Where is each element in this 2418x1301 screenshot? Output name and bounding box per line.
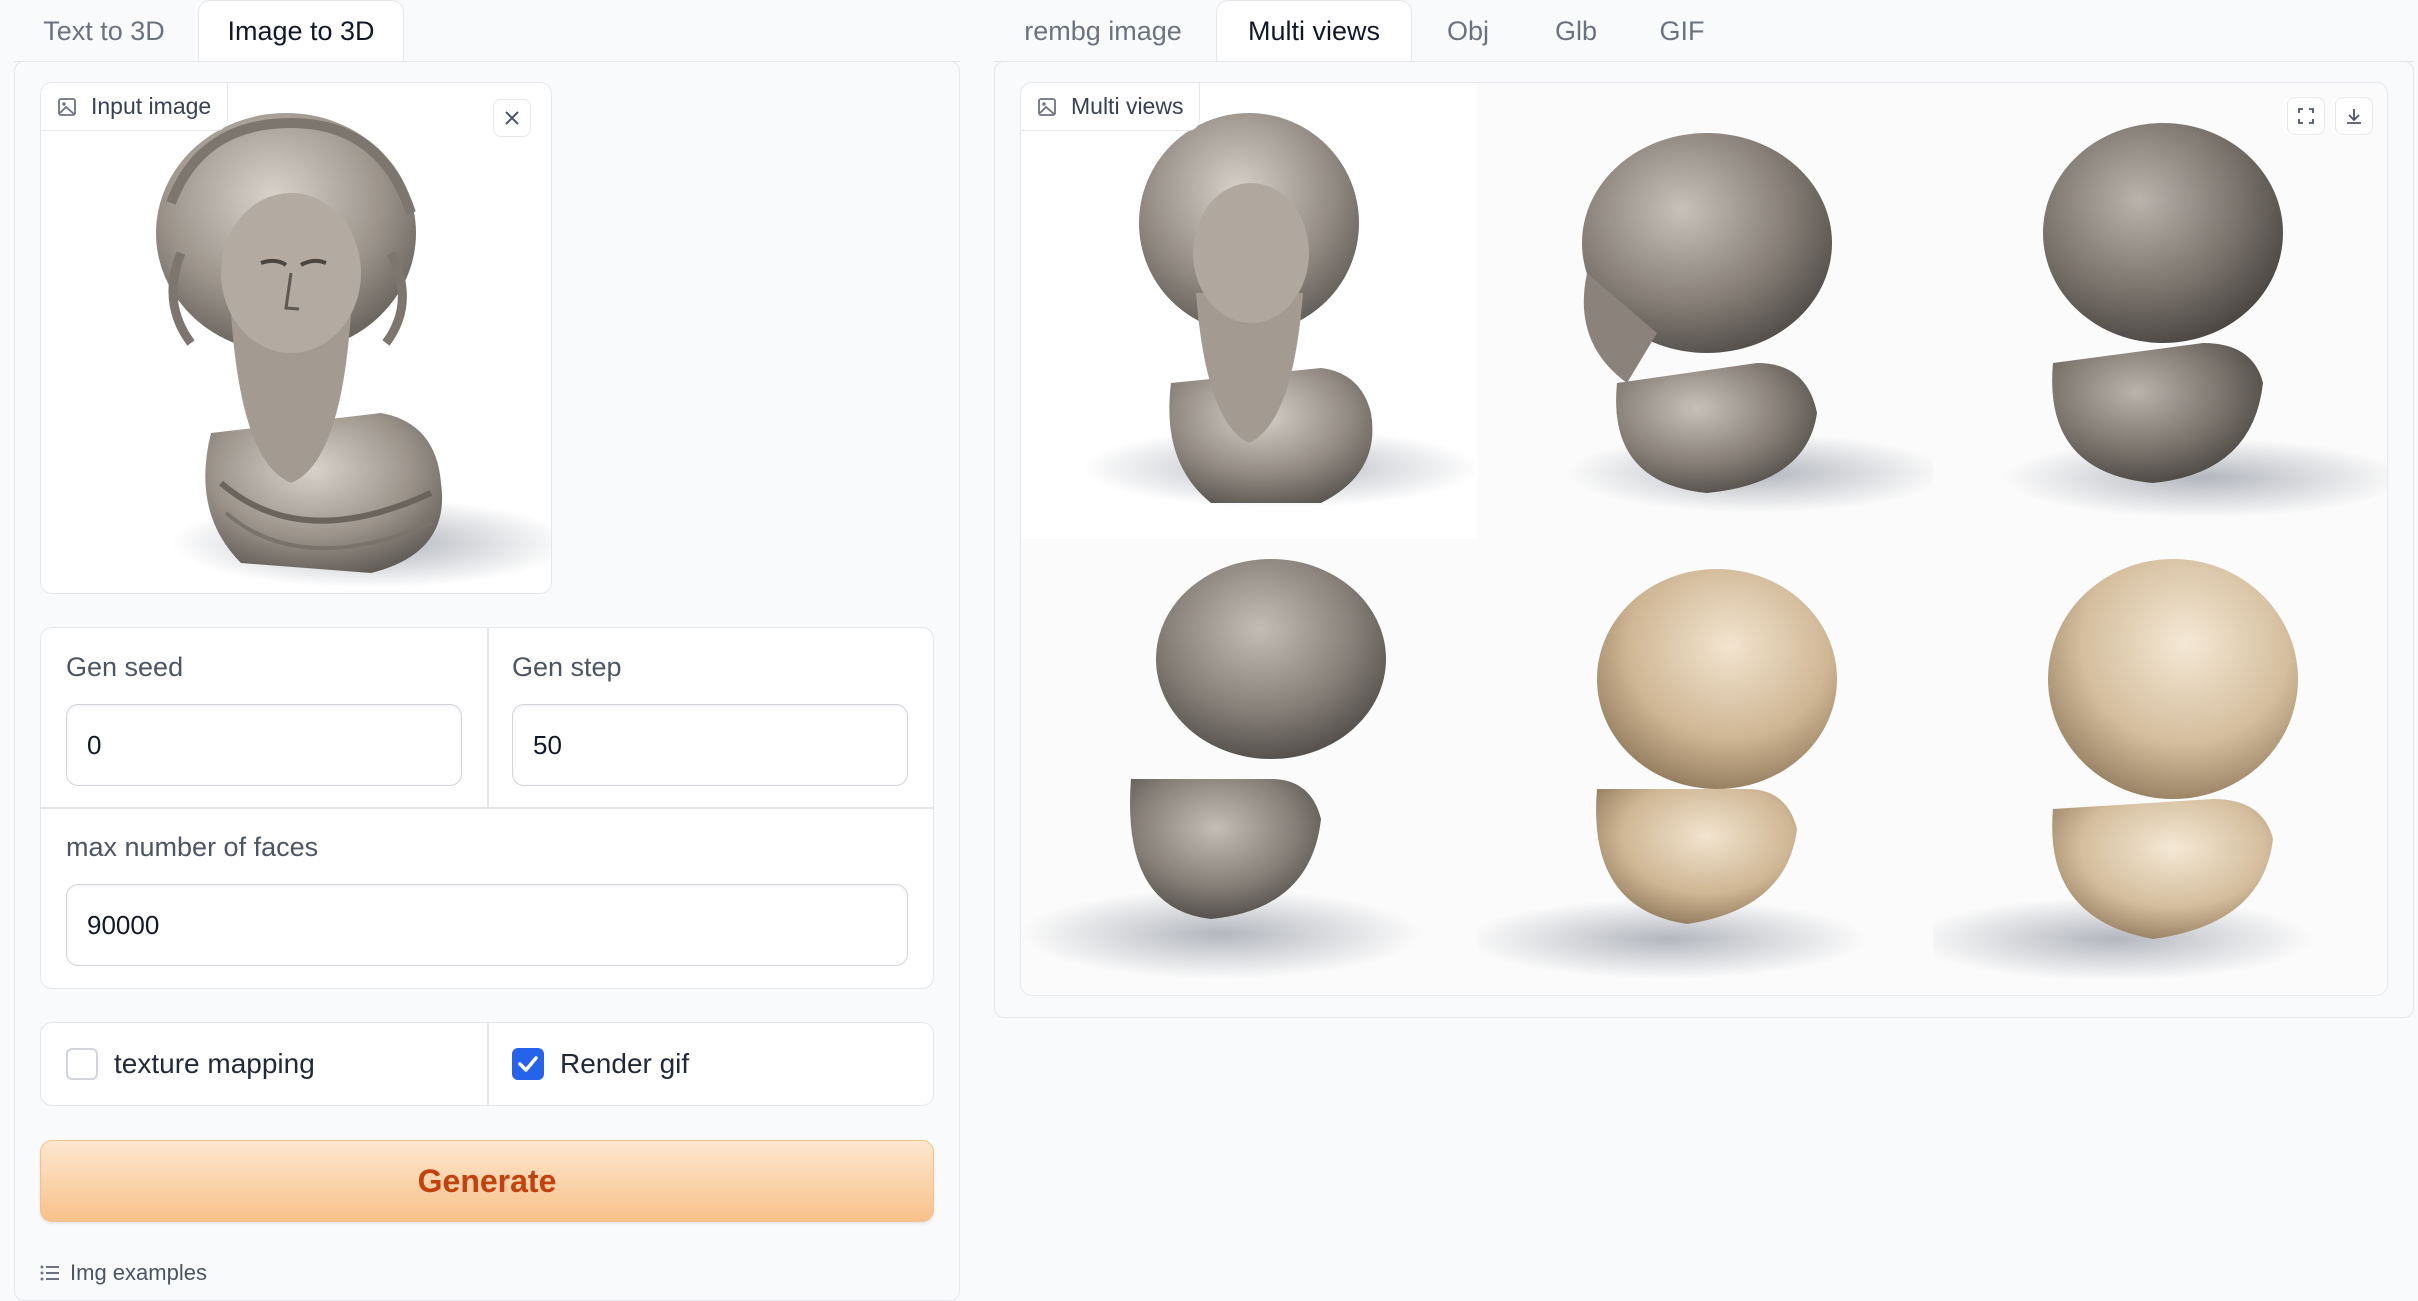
- max-faces-label: max number of faces: [66, 832, 319, 862]
- options-divider: [487, 1023, 489, 1105]
- checkmark-icon: [518, 1056, 538, 1072]
- tab-image-to-3d[interactable]: Image to 3D: [198, 0, 404, 63]
- render-gif-label[interactable]: Render gif: [560, 1048, 689, 1080]
- tab-text-to-3d[interactable]: Text to 3D: [24, 0, 184, 62]
- gen-step-input[interactable]: 50: [512, 704, 908, 786]
- view-right-profile: [1477, 83, 1933, 539]
- close-icon: [505, 111, 519, 125]
- img-examples-header[interactable]: Img examples: [40, 1258, 207, 1288]
- multi-views-card: Multi views: [1020, 82, 2388, 996]
- max-faces-input[interactable]: 90000: [66, 884, 908, 966]
- params-divider-vertical: [487, 628, 489, 808]
- image-icon: [1038, 97, 1056, 116]
- download-button[interactable]: [2335, 97, 2373, 135]
- tab-glb[interactable]: Glb: [1536, 0, 1616, 62]
- view-back: [1933, 83, 2387, 539]
- input-image-card: Input image: [40, 82, 552, 594]
- img-examples-label: Img examples: [70, 1260, 207, 1285]
- tab-obj[interactable]: Obj: [1428, 0, 1508, 62]
- multi-views-label-text: Multi views: [1071, 93, 1184, 119]
- list-icon: [40, 1265, 59, 1281]
- input-bust-image[interactable]: [41, 83, 552, 594]
- tab-rembg-image[interactable]: rembg image: [1012, 0, 1194, 62]
- view-left-profile: [1477, 539, 1933, 995]
- view-front: [1021, 83, 1477, 539]
- tab-gif[interactable]: GIF: [1642, 0, 1722, 62]
- texture-mapping-label[interactable]: texture mapping: [114, 1048, 315, 1080]
- render-gif-checkbox[interactable]: [512, 1048, 544, 1080]
- image-icon: [58, 97, 76, 116]
- fullscreen-icon: [2298, 108, 2314, 124]
- generate-button[interactable]: Generate: [40, 1140, 934, 1222]
- fullscreen-button[interactable]: [2287, 97, 2325, 135]
- gen-step-label: Gen step: [512, 652, 622, 682]
- gen-seed-input[interactable]: 0: [66, 704, 462, 786]
- input-image-label-text: Input image: [91, 93, 212, 119]
- multi-views-label: Multi views: [1021, 83, 1201, 131]
- params-divider-horizontal: [41, 807, 933, 809]
- texture-mapping-checkbox[interactable]: [66, 1048, 98, 1080]
- download-icon: [2347, 109, 2361, 124]
- view-back-left: [1021, 539, 1477, 995]
- view-front-left: [1933, 539, 2387, 995]
- gen-seed-label: Gen seed: [66, 652, 184, 682]
- input-image-label: Input image: [41, 83, 229, 131]
- tab-multi-views[interactable]: Multi views: [1216, 0, 1412, 63]
- clear-image-button[interactable]: [493, 99, 531, 137]
